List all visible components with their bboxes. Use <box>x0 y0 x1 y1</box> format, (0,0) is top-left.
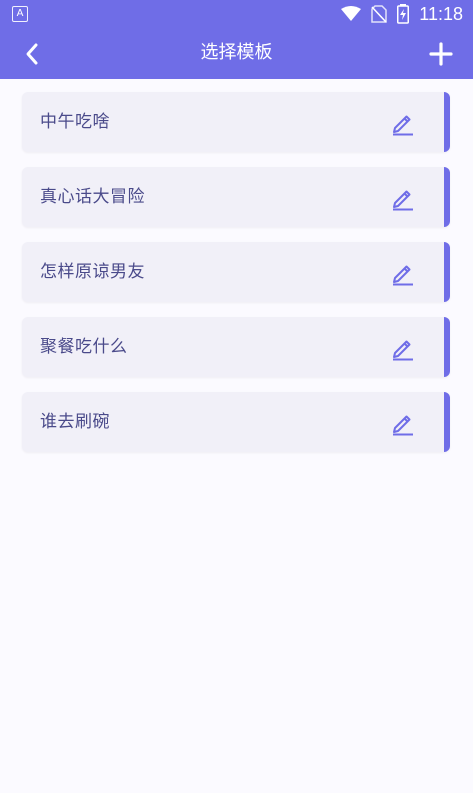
notification-app-letter: A <box>16 8 24 19</box>
template-item[interactable]: 中午吃啥 <box>22 92 450 152</box>
edit-button[interactable] <box>390 110 416 136</box>
item-accent-bar <box>444 92 450 152</box>
top-bar: A 11:18 选择模板 <box>0 0 473 79</box>
template-item[interactable]: 谁去刷碗 <box>22 392 450 452</box>
edit-button[interactable] <box>390 410 416 436</box>
template-item[interactable]: 真心话大冒险 <box>22 167 450 227</box>
template-item[interactable]: 聚餐吃什么 <box>22 317 450 377</box>
pencil-icon <box>393 190 413 211</box>
edit-button[interactable] <box>390 335 416 361</box>
battery-charging-icon <box>397 4 410 24</box>
edit-button[interactable] <box>390 185 416 211</box>
app-screen: A 11:18 选择模板 中午吃啥 真心话大冒险 怎样原谅男友 聚餐吃什么 谁去… <box>0 0 473 793</box>
status-bar: A 11:18 <box>0 0 473 28</box>
item-accent-bar <box>444 317 450 377</box>
pencil-icon <box>393 415 413 436</box>
item-accent-bar <box>444 167 450 227</box>
template-label: 聚餐吃什么 <box>40 337 128 357</box>
no-sim-icon <box>371 5 388 23</box>
template-label: 真心话大冒险 <box>40 187 145 207</box>
pencil-icon <box>393 265 413 286</box>
add-template-button[interactable] <box>427 40 455 68</box>
template-label: 中午吃啥 <box>40 112 110 132</box>
status-time: 11:18 <box>419 4 463 24</box>
edit-button[interactable] <box>390 260 416 286</box>
status-icons: 11:18 <box>341 3 463 25</box>
item-accent-bar <box>444 242 450 302</box>
pencil-icon <box>393 115 413 136</box>
template-item[interactable]: 怎样原谅男友 <box>22 242 450 302</box>
page-title: 选择模板 <box>200 42 273 63</box>
notification-app-icon: A <box>12 6 28 22</box>
wifi-icon <box>341 6 362 22</box>
item-accent-bar <box>444 392 450 452</box>
template-list: 中午吃啥 真心话大冒险 怎样原谅男友 聚餐吃什么 谁去刷碗 <box>22 92 450 467</box>
pencil-icon <box>393 340 413 361</box>
template-label: 谁去刷碗 <box>40 412 110 432</box>
app-bar: 选择模板 <box>0 28 473 79</box>
plus-icon <box>429 42 453 66</box>
template-label: 怎样原谅男友 <box>40 262 145 282</box>
